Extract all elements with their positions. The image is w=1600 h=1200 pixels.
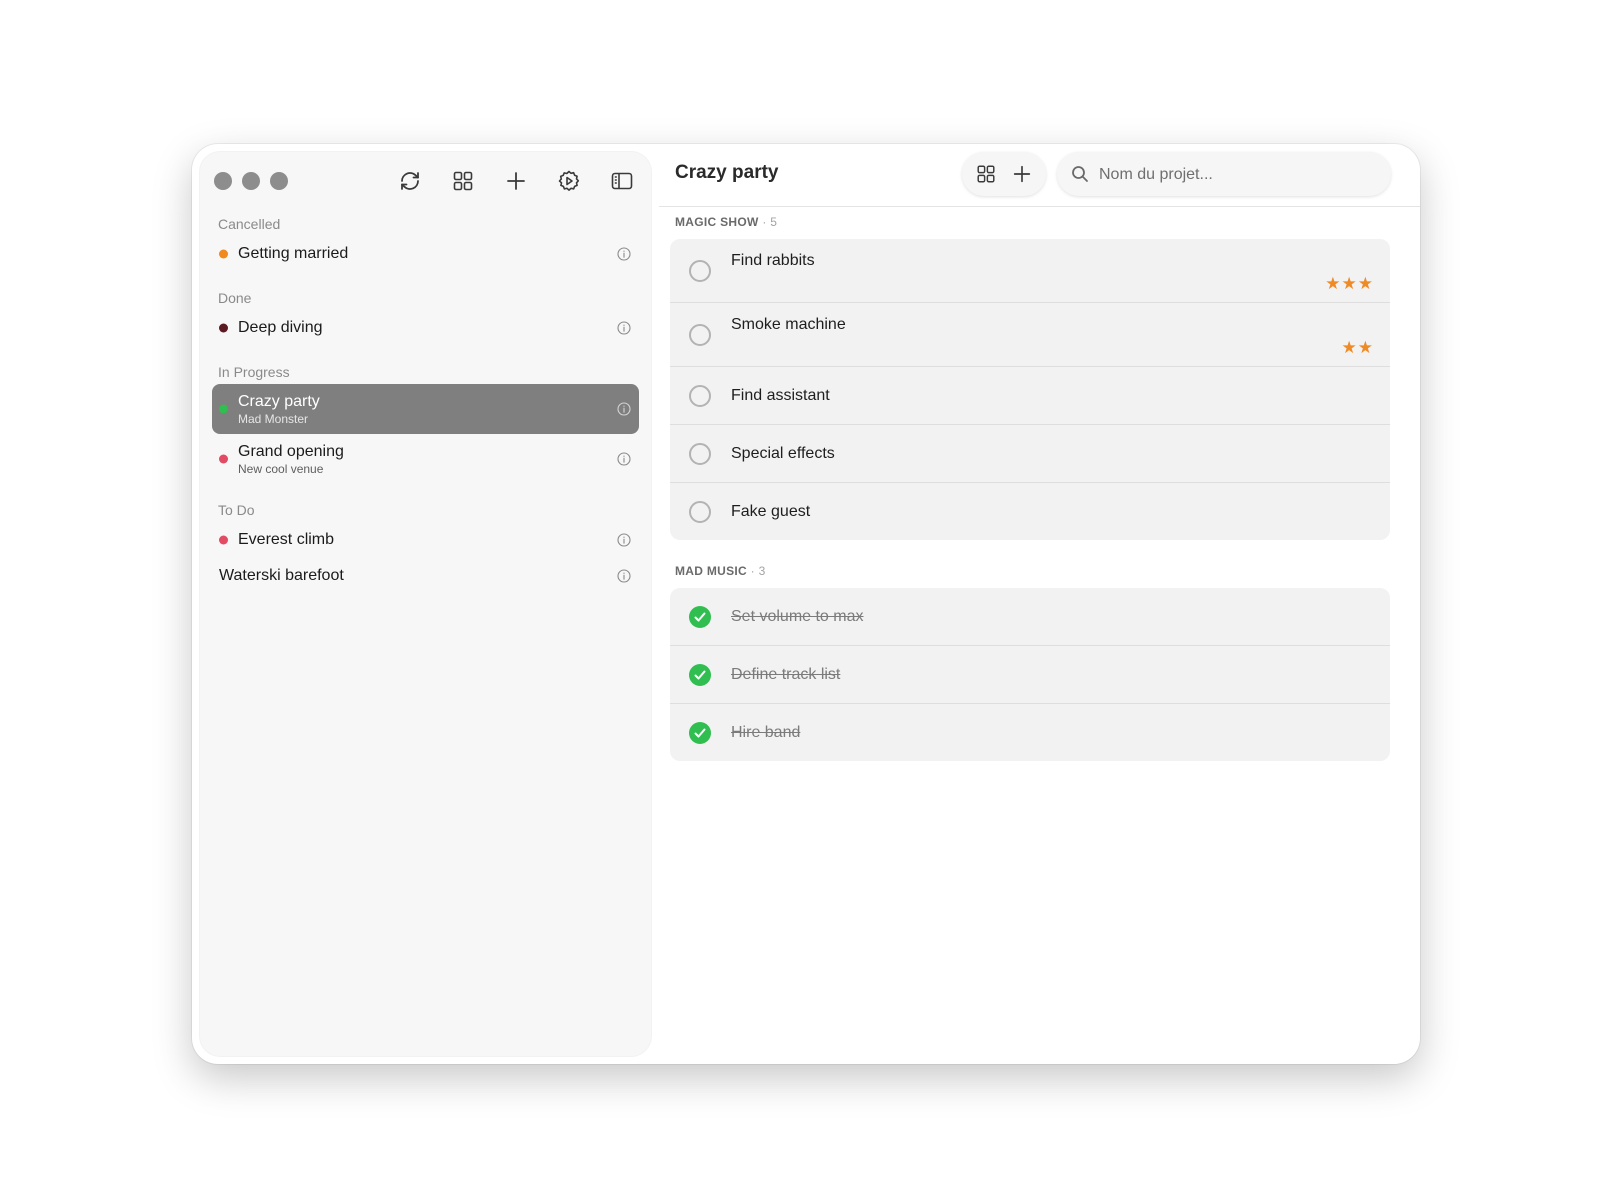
group-title-done: Done: [218, 290, 252, 306]
info-icon[interactable]: [617, 402, 631, 416]
status-dot: [219, 454, 228, 464]
group-title-to-do: To Do: [218, 502, 255, 518]
project-name: Everest climb: [238, 531, 335, 548]
task-checkbox[interactable]: [689, 323, 711, 346]
priority-stars: ★★★: [1325, 274, 1374, 293]
grid-view-button[interactable]: [972, 160, 1000, 188]
task-label: Special effects: [731, 444, 835, 462]
search-input[interactable]: [1097, 152, 1381, 198]
checkmark-icon: [694, 612, 706, 621]
grid-icon: [453, 171, 473, 191]
priority-stars: ★★: [1341, 338, 1374, 357]
info-icon[interactable]: [617, 321, 631, 335]
project-list: Cancelled Getting married Done Deep divi…: [200, 214, 651, 594]
project-subtitle: Mad Monster: [238, 411, 309, 426]
project-item-waterski-barefoot[interactable]: Waterski barefoot: [212, 558, 639, 594]
sync-button[interactable]: [395, 166, 425, 196]
project-name: Getting married: [238, 245, 349, 262]
project-item-crazy-party[interactable]: Crazy party Mad Monster: [212, 384, 639, 434]
task-label: Find rabbits: [731, 252, 815, 269]
project-subtitle: New cool venue: [238, 461, 324, 476]
main-header: Crazy party: [659, 144, 1420, 207]
checkmark-icon: [694, 670, 706, 679]
section-name: MAGIC SHOW: [675, 215, 759, 229]
toggle-sidebar-button[interactable]: [607, 166, 637, 196]
task-row[interactable]: Find rabbits ★★★: [670, 239, 1390, 303]
checkmark-icon: [694, 728, 706, 737]
task-checkbox-checked[interactable]: [689, 663, 711, 686]
status-dot: [219, 249, 228, 259]
section-name: MAD MUSIC: [675, 564, 748, 578]
main-panel: Crazy party Nom du projet... MAGIC SHOW …: [659, 144, 1420, 1064]
zoom-window-button[interactable]: [270, 172, 288, 190]
settings-button[interactable]: [554, 166, 584, 196]
task-label: Define track list: [731, 665, 841, 683]
task-checkbox[interactable]: [689, 500, 711, 523]
status-dot: [219, 404, 228, 414]
task-row[interactable]: Fake guest: [670, 483, 1390, 540]
status-dot: [219, 323, 228, 333]
sidebar: Cancelled Getting married Done Deep divi…: [200, 152, 651, 1056]
section-title-mad-music: MAD MUSIC · 3: [675, 564, 766, 578]
task-list-mad-music: Set volume to max Define track list Hire…: [670, 588, 1390, 761]
search-bar: [1057, 152, 1391, 198]
project-name: Grand opening: [238, 442, 344, 460]
project-item-everest-climb[interactable]: Everest climb: [212, 522, 639, 558]
add-project-button[interactable]: [501, 166, 531, 196]
task-row[interactable]: Define track list: [670, 646, 1390, 704]
task-checkbox-checked[interactable]: [689, 721, 711, 744]
project-name: Waterski barefoot: [219, 567, 344, 584]
section-count: · 3: [750, 564, 766, 578]
task-row[interactable]: Smoke machine ★★: [670, 303, 1390, 367]
sidebar-toolbar: [395, 166, 637, 196]
task-label: Set volume to max: [731, 607, 864, 625]
view-actions: [962, 152, 1046, 196]
plus-icon: [1013, 165, 1031, 183]
window-controls: [214, 172, 288, 190]
app-window: Cancelled Getting married Done Deep divi…: [192, 144, 1420, 1064]
task-checkbox[interactable]: [689, 384, 711, 407]
grid-view-button[interactable]: [448, 166, 478, 196]
task-label: Fake guest: [731, 502, 811, 520]
project-name: Crazy party: [238, 392, 320, 410]
task-label: Smoke machine: [731, 316, 846, 333]
task-checkbox-checked[interactable]: [689, 605, 711, 628]
info-icon[interactable]: [617, 533, 631, 547]
project-item-deep-diving[interactable]: Deep diving: [212, 310, 639, 346]
task-label: Hire band: [731, 723, 801, 741]
group-title-cancelled: Cancelled: [218, 216, 281, 232]
section-title-magic-show: MAGIC SHOW · 5: [675, 215, 777, 229]
close-window-button[interactable]: [214, 172, 232, 190]
grid-icon: [977, 165, 995, 183]
section-count: · 5: [762, 215, 778, 229]
settings-icon: [558, 170, 580, 191]
plus-icon: [507, 172, 525, 190]
sync-icon: [401, 172, 419, 190]
task-checkbox[interactable]: [689, 442, 711, 465]
task-label: Find assistant: [731, 386, 830, 404]
project-name: Deep diving: [238, 319, 323, 336]
group-title-in-progress: In Progress: [218, 364, 290, 380]
task-row[interactable]: Find assistant: [670, 367, 1390, 425]
status-dot: [219, 535, 228, 545]
task-checkbox[interactable]: [689, 259, 711, 282]
task-row[interactable]: Set volume to max: [670, 588, 1390, 646]
info-icon[interactable]: [617, 247, 631, 261]
info-icon[interactable]: [617, 569, 631, 583]
task-row[interactable]: Special effects: [670, 425, 1390, 483]
info-icon[interactable]: [617, 452, 631, 466]
project-item-grand-opening[interactable]: Grand opening New cool venue: [212, 434, 639, 484]
page-title: Crazy party: [675, 162, 779, 183]
task-list-magic-show: Find rabbits ★★★ Smoke machine ★★ Find a…: [670, 239, 1390, 540]
search-icon: [1072, 166, 1088, 182]
project-item-getting-married[interactable]: Getting married: [212, 236, 639, 272]
task-row[interactable]: Hire band: [670, 704, 1390, 761]
sidebar-toggle-icon: [611, 172, 633, 190]
add-task-button[interactable]: [1008, 160, 1036, 188]
minimize-window-button[interactable]: [242, 172, 260, 190]
